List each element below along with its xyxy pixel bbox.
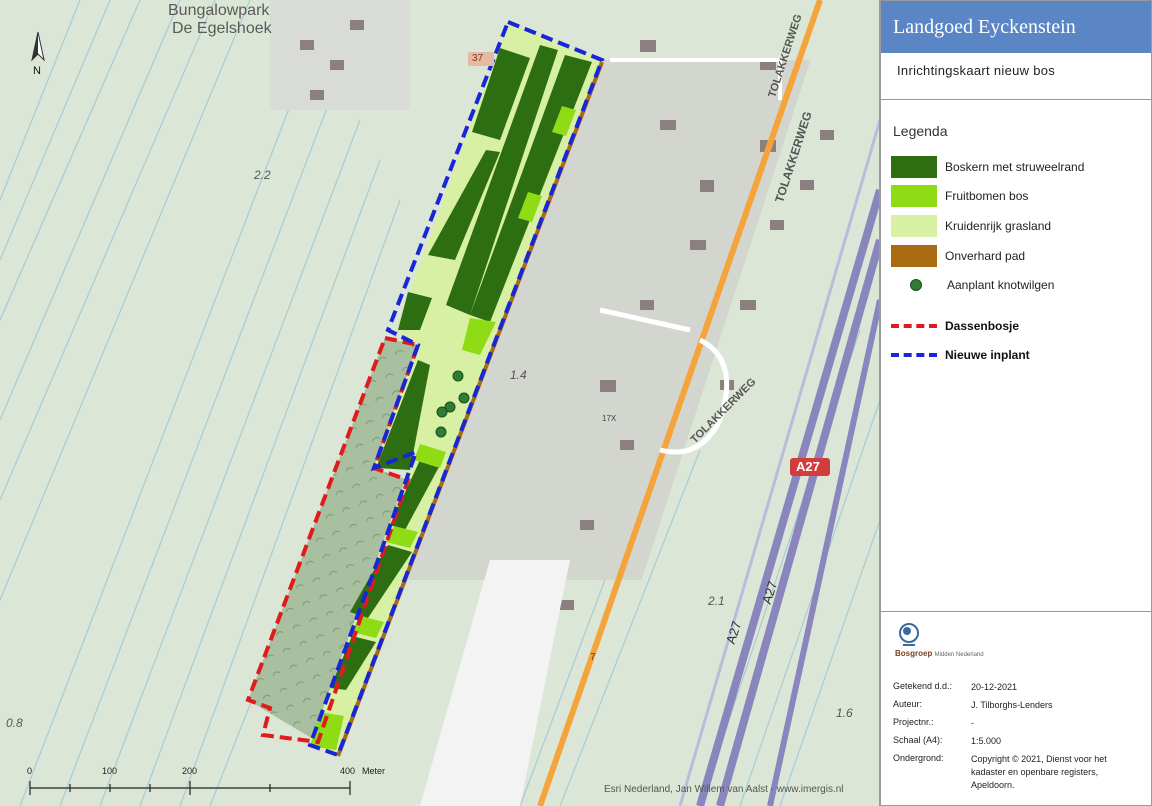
- elevation-1-4: 1.4: [510, 368, 527, 382]
- meta-key: Schaal (A4):: [893, 735, 943, 745]
- legend-title: Legenda: [893, 123, 948, 139]
- divider: [881, 611, 1151, 612]
- meta-value: 1:5.000: [971, 736, 1002, 746]
- route-number: 37: [472, 53, 484, 64]
- blue-dash-icon: [891, 353, 937, 357]
- meta-key: Auteur:: [893, 699, 923, 709]
- legend-panel: Landgoed Eyckenstein Inrichtingskaart ni…: [880, 0, 1152, 806]
- house-number: 7: [590, 652, 596, 663]
- legend-label: Nieuwe inplant: [945, 348, 1030, 362]
- scale-unit: Meter: [362, 766, 386, 776]
- swatch-boskern: [891, 156, 937, 178]
- legend-item-grasland: Kruidenrijk grasland: [891, 215, 1051, 237]
- meta-value: Copyright © 2021, Dienst voor het kadast…: [971, 754, 1107, 790]
- legend-item-nieuwe-inplant: Nieuwe inplant: [891, 344, 1030, 366]
- legend-item-fruitbomen: Fruitbomen bos: [891, 185, 1028, 207]
- north-label: N: [33, 65, 41, 77]
- elevation-0-8: 0.8: [6, 716, 23, 730]
- meta-value: -: [971, 718, 974, 728]
- legend-label: Fruitbomen bos: [945, 189, 1029, 203]
- divider: [881, 99, 1151, 100]
- scale-tick-200: 200: [182, 766, 198, 776]
- elevation-2-2: 2.2: [254, 168, 271, 182]
- map-title: Landgoed Eyckenstein: [881, 1, 1151, 53]
- a27-sign-label: A27: [796, 459, 820, 474]
- legend-label: Onverhard pad: [945, 249, 1026, 263]
- scale-tick-400: 400: [340, 766, 356, 776]
- legend-label: Kruidenrijk grasland: [945, 219, 1052, 233]
- legend-item-boskern: Boskern met struweelrand: [891, 156, 1084, 178]
- legend-item-knotwilgen: Aanplant knotwilgen: [891, 274, 1054, 296]
- park-label: Bungalowpark: [168, 2, 270, 19]
- scale-tick-0: 0: [27, 766, 33, 776]
- legend-label: Dassenbosje: [945, 319, 1020, 333]
- meta-key: Getekend d.d.:: [893, 681, 953, 691]
- meta-value: 20-12-2021: [971, 682, 1018, 692]
- logo-subname: Midden Nederland: [934, 652, 984, 658]
- logo-name: Bosgroep: [895, 649, 933, 658]
- map-canvas[interactable]: [0, 0, 880, 806]
- scale-tick-100: 100: [102, 766, 118, 776]
- knotwilg-dot-icon: [910, 279, 922, 291]
- swatch-fruitbomen: [891, 185, 937, 207]
- meta-key: Projectnr.:: [893, 717, 934, 727]
- poi-label: 17X: [602, 414, 617, 423]
- park-label-2: De Egelshoek: [172, 20, 272, 37]
- elevation-1-6: 1.6: [836, 706, 853, 720]
- swatch-grasland: [891, 215, 937, 237]
- red-dash-icon: [891, 324, 937, 328]
- legend-label: Boskern met struweelrand: [945, 160, 1085, 174]
- legend-item-dassenbosje: Dassenbosje: [891, 315, 1019, 337]
- legend-item-pad: Onverhard pad: [891, 245, 1025, 267]
- legend-label: Aanplant knotwilgen: [947, 278, 1055, 292]
- map-subtitle: Inrichtingskaart nieuw bos: [897, 63, 1056, 78]
- meta-value: J. Tilborghs-Lenders: [971, 700, 1053, 710]
- map-attribution: Esri Nederland, Jan Willem van Aalst - w…: [604, 784, 844, 795]
- swatch-pad: [891, 245, 937, 267]
- map-view[interactable]: Bungalowpark De Egelshoek N TOLAKKERWEG …: [0, 0, 880, 806]
- elevation-2-1: 2.1: [708, 594, 725, 608]
- logo-text: Bosgroep Midden Nederland: [895, 649, 984, 658]
- meta-key: Ondergrond:: [893, 753, 944, 763]
